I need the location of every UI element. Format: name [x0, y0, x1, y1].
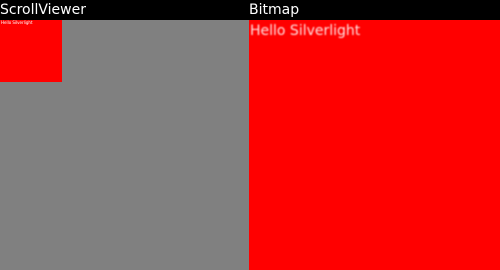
scrollviewer-panel[interactable]: Hello Silverlight	[0, 20, 249, 270]
bitmap-content-text: Hello Silverlight	[250, 23, 361, 39]
app-window: ScrollViewer Bitmap Hello Silverlight He…	[0, 0, 500, 270]
bitmap-panel: Hello Silverlight	[249, 20, 500, 270]
header-bar: ScrollViewer Bitmap	[0, 0, 500, 20]
bitmap-title: Bitmap	[249, 2, 300, 18]
scrollviewer-content: Hello Silverlight	[0, 20, 62, 82]
scrollviewer-content-text: Hello Silverlight	[1, 20, 33, 25]
scrollviewer-title: ScrollViewer	[0, 2, 86, 18]
